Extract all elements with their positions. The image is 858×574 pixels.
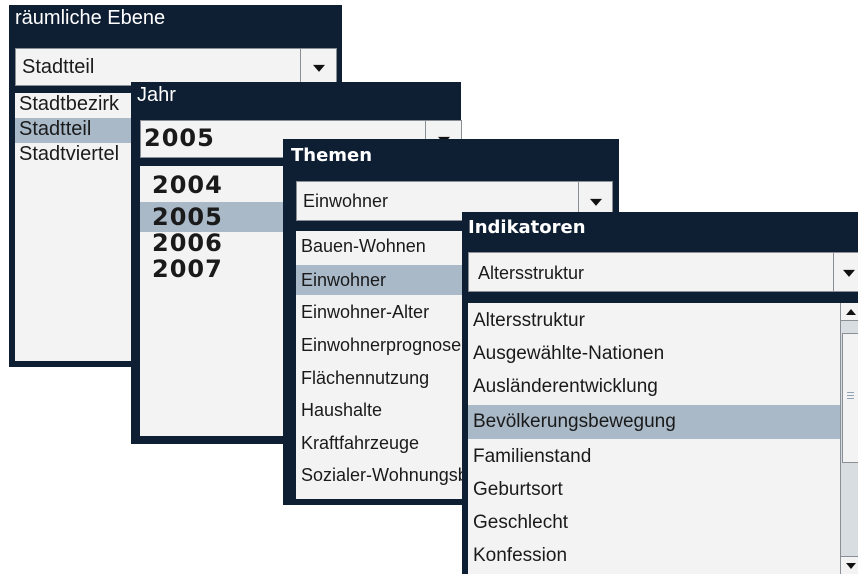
indikatoren-select[interactable]: Altersstruktur bbox=[468, 252, 858, 292]
list-item-label: Ausgewählte-Nationen bbox=[473, 343, 665, 364]
list-item-label: Einwohner-Alter bbox=[301, 302, 430, 322]
chevron-down-icon bbox=[842, 269, 855, 277]
scroll-down-button[interactable] bbox=[841, 556, 858, 574]
list-item-label: Familienstand bbox=[473, 446, 592, 467]
list-item-label: 2004 bbox=[152, 171, 223, 199]
list-item-label: Ausländerentwicklung bbox=[473, 376, 658, 397]
list-item[interactable]: Familienstand bbox=[468, 442, 840, 472]
chevron-down-icon bbox=[589, 198, 602, 206]
list-item-label: 2005 bbox=[152, 203, 223, 231]
list-item-label: Stadtviertel bbox=[19, 143, 120, 165]
list-item-label: Sozialer-Wohnungsbau bbox=[301, 465, 488, 485]
list-item-label: Geburtsort bbox=[473, 479, 563, 500]
selected-value: Altersstruktur bbox=[478, 263, 585, 283]
list-item-label: Flächennutzung bbox=[301, 368, 430, 388]
grip-line bbox=[847, 398, 854, 399]
panel-title: Themen bbox=[291, 145, 373, 166]
grip-line bbox=[847, 395, 854, 396]
list-item-label: Stadtbezirk bbox=[19, 93, 120, 115]
vertical-scrollbar[interactable] bbox=[840, 303, 858, 574]
indikatoren-list: Altersstruktur Ausgewählte-Nationen Ausl… bbox=[468, 303, 858, 574]
selected-value: Einwohner bbox=[303, 191, 389, 211]
list-item-label: Bauen-Wohnen bbox=[301, 236, 426, 256]
list-item-label: Einwohner bbox=[301, 270, 387, 290]
list-item-label: 2006 bbox=[152, 229, 223, 257]
list-item-label: Geschlecht bbox=[473, 512, 569, 533]
grip-line bbox=[847, 392, 854, 393]
dropdown-button[interactable] bbox=[833, 253, 858, 291]
list-item-label: Stadtteil bbox=[19, 118, 92, 140]
list-item-label: 2007 bbox=[152, 255, 223, 283]
list-item-label: Kraftfahrzeuge bbox=[301, 433, 420, 453]
panel-title: Indikatoren bbox=[468, 217, 586, 238]
dropdown-button[interactable] bbox=[300, 49, 336, 85]
scroll-up-button[interactable] bbox=[841, 303, 858, 321]
raeumliche-ebene-select[interactable]: Stadtteil bbox=[15, 48, 337, 86]
chevron-down-icon bbox=[312, 64, 325, 72]
panel-title: räumliche Ebene bbox=[15, 7, 166, 29]
list-item[interactable]: Ausgewählte-Nationen bbox=[468, 339, 840, 369]
list-item-label: Einwohnerprognose bbox=[301, 335, 462, 355]
selected-value: Stadtteil bbox=[22, 56, 95, 78]
list-item-label: Bevölkerungsbewegung bbox=[473, 411, 676, 432]
list-item-label: Konfession bbox=[473, 545, 568, 566]
list-item-label: Altersstruktur bbox=[473, 310, 585, 331]
panel-title: Jahr bbox=[137, 84, 176, 106]
list-item[interactable]: Geschlecht bbox=[468, 508, 840, 538]
list-item[interactable]: Altersstruktur bbox=[468, 306, 840, 336]
scroll-up-icon bbox=[845, 309, 856, 315]
list-item[interactable]: Ausländerentwicklung bbox=[468, 372, 840, 402]
list-item[interactable]: Geburtsort bbox=[468, 475, 840, 505]
selected-value: 2005 bbox=[144, 124, 215, 152]
panel-indikatoren: Indikatoren Altersstruktur Altersstruktu… bbox=[462, 212, 858, 574]
list-item[interactable]: Konfession bbox=[468, 541, 840, 571]
list-item-label: Haushalte bbox=[301, 400, 383, 420]
list-item-selected[interactable]: Bevölkerungsbewegung bbox=[468, 405, 840, 439]
scrollbar-thumb[interactable] bbox=[842, 333, 858, 463]
scroll-down-icon bbox=[845, 563, 856, 569]
